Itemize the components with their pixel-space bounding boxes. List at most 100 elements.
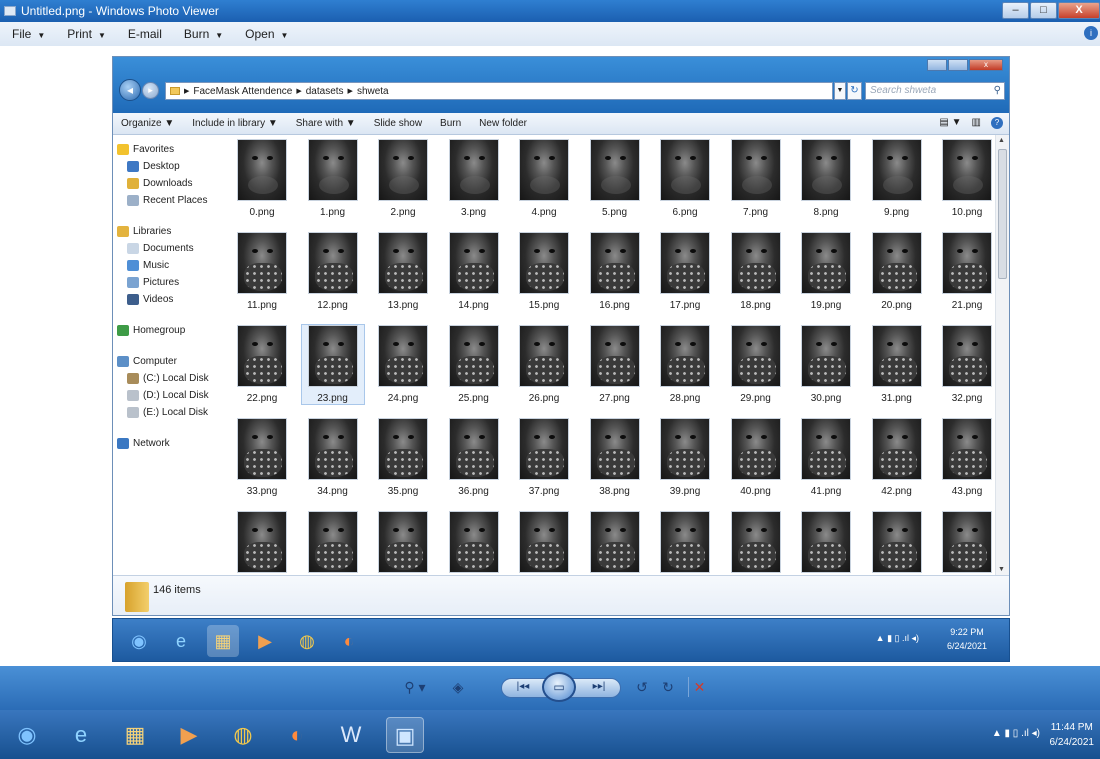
file-thumbnail[interactable]: 20.png xyxy=(866,232,928,311)
firefox-icon[interactable]: ◐ xyxy=(278,717,316,753)
file-thumbnail[interactable]: 25.png xyxy=(443,325,505,404)
nav-item-computer[interactable]: Computer xyxy=(113,353,225,370)
explorer-close-button[interactable]: x xyxy=(969,59,1003,71)
address-dropdown-button[interactable]: ▼ xyxy=(834,82,846,100)
file-thumbnail[interactable]: 42.png xyxy=(866,418,928,497)
file-thumbnail[interactable]: 31.png xyxy=(866,325,928,404)
file-thumbnail[interactable]: 44.png xyxy=(231,511,293,575)
file-thumbnail[interactable]: 13.png xyxy=(372,232,434,311)
file-thumbnail[interactable]: 23.png xyxy=(300,324,365,405)
file-thumbnail[interactable]: 38.png xyxy=(584,418,646,497)
file-thumbnail[interactable]: 50.png xyxy=(654,511,716,575)
file-thumbnail[interactable]: 36.png xyxy=(443,418,505,497)
forward-button[interactable]: ▸ xyxy=(142,82,159,99)
file-thumbnail[interactable]: 21.png xyxy=(936,232,995,311)
file-thumbnail[interactable]: 6.png xyxy=(654,139,716,218)
photo-viewer-icon[interactable]: ▣ xyxy=(386,717,424,753)
file-thumbnail[interactable]: 7.png xyxy=(725,139,787,218)
explorer-minimize-button[interactable] xyxy=(927,59,947,71)
nav-item-e-local-disk[interactable]: (E:) Local Disk xyxy=(113,404,225,421)
file-thumbnail[interactable]: 14.png xyxy=(443,232,505,311)
start-orb-icon[interactable]: ◉ xyxy=(8,717,46,753)
clock[interactable]: 11:44 PM 6/24/2021 xyxy=(1050,720,1095,750)
help-icon[interactable]: i xyxy=(1084,26,1098,40)
file-thumbnail[interactable]: 16.png xyxy=(584,232,646,311)
nav-item-music[interactable]: Music xyxy=(113,257,225,274)
file-thumbnail[interactable]: 3.png xyxy=(443,139,505,218)
toolbar-button[interactable]: Include in library ▼ xyxy=(192,118,278,129)
start-orb-icon[interactable]: ◉ xyxy=(123,625,155,657)
file-thumbnail[interactable]: 2.png xyxy=(372,139,434,218)
file-thumbnail[interactable]: 29.png xyxy=(725,325,787,404)
explorer-help-icon[interactable]: ? xyxy=(991,117,1003,129)
search-input[interactable]: Search shweta ⚲ xyxy=(865,82,1005,100)
toolbar-button[interactable]: Share with ▼ xyxy=(296,118,356,129)
file-thumbnail[interactable]: 0.png xyxy=(231,139,293,218)
vertical-scrollbar[interactable]: ▲ ▼ xyxy=(995,135,1009,575)
close-button[interactable]: X xyxy=(1058,2,1100,19)
file-thumbnail[interactable]: 47.png xyxy=(443,511,505,575)
internet-explorer-icon[interactable]: e xyxy=(165,625,197,657)
explorer-maximize-button[interactable] xyxy=(948,59,968,71)
media-player-icon[interactable]: ▶ xyxy=(170,717,208,753)
file-thumbnail[interactable]: 4.png xyxy=(513,139,575,218)
file-thumbnail[interactable]: 35.png xyxy=(372,418,434,497)
menu-email[interactable]: E-mail xyxy=(128,27,162,41)
firefox-icon[interactable]: ◐ xyxy=(333,625,365,657)
media-player-icon[interactable]: ▶ xyxy=(249,625,281,657)
file-thumbnail[interactable]: 41.png xyxy=(795,418,857,497)
back-button[interactable]: ◂ xyxy=(119,79,141,101)
file-thumbnail[interactable]: 33.png xyxy=(231,418,293,497)
nav-item-favorites[interactable]: Favorites xyxy=(113,141,225,158)
preview-pane-button[interactable]: ▥ xyxy=(972,117,981,129)
nav-item-videos[interactable]: Videos xyxy=(113,291,225,308)
file-thumbnail[interactable]: 51.png xyxy=(725,511,787,575)
file-thumbnail[interactable]: 53.png xyxy=(866,511,928,575)
file-thumbnail[interactable]: 17.png xyxy=(654,232,716,311)
file-thumbnail[interactable]: 5.png xyxy=(584,139,646,218)
zoom-button[interactable]: ⚲ ▾ xyxy=(398,677,432,697)
chrome-icon[interactable]: ◍ xyxy=(224,717,262,753)
nav-item-homegroup[interactable]: Homegroup xyxy=(113,322,225,339)
toolbar-button[interactable]: Slide show xyxy=(374,118,422,129)
file-thumbnail[interactable]: 30.png xyxy=(795,325,857,404)
file-thumbnail[interactable]: 40.png xyxy=(725,418,787,497)
nav-item-libraries[interactable]: Libraries xyxy=(113,223,225,240)
scroll-down-arrow[interactable]: ▼ xyxy=(998,566,1005,573)
file-thumbnail[interactable]: 26.png xyxy=(513,325,575,404)
file-thumbnail[interactable]: 34.png xyxy=(302,418,364,497)
file-thumbnail[interactable]: 32.png xyxy=(936,325,995,404)
file-thumbnail[interactable]: 8.png xyxy=(795,139,857,218)
breadcrumb-item[interactable]: shweta xyxy=(357,86,389,97)
nav-item-recent-places[interactable]: Recent Places xyxy=(113,192,225,209)
menu-print[interactable]: Print ▼ xyxy=(67,27,106,41)
file-thumbnail[interactable]: 15.png xyxy=(513,232,575,311)
address-bar[interactable]: ▶ FaceMask Attendence ▶ datasets ▶ shwet… xyxy=(165,82,833,100)
title-bar[interactable]: Untitled.png - Windows Photo Viewer – □ … xyxy=(0,0,1100,22)
toolbar-button[interactable]: Burn xyxy=(440,118,461,129)
menu-open[interactable]: Open ▼ xyxy=(245,27,288,41)
view-options-button[interactable]: ▤ ▼ xyxy=(939,117,961,129)
nav-item-documents[interactable]: Documents xyxy=(113,240,225,257)
file-thumbnail[interactable]: 45.png xyxy=(302,511,364,575)
nav-item-network[interactable]: Network xyxy=(113,435,225,452)
maximize-button[interactable]: □ xyxy=(1030,2,1057,19)
file-explorer-icon[interactable]: ▦ xyxy=(116,717,154,753)
file-thumbnail[interactable]: 27.png xyxy=(584,325,646,404)
menu-burn[interactable]: Burn ▼ xyxy=(184,27,223,41)
rotate-counterclockwise-button[interactable]: ↺ xyxy=(632,677,652,697)
file-thumbnail[interactable]: 28.png xyxy=(654,325,716,404)
file-thumbnail[interactable]: 1.png xyxy=(302,139,364,218)
file-thumbnail[interactable]: 10.png xyxy=(936,139,995,218)
toolbar-button[interactable]: New folder xyxy=(479,118,527,129)
file-thumbnail[interactable]: 19.png xyxy=(795,232,857,311)
rotate-clockwise-button[interactable]: ↻ xyxy=(658,677,678,697)
nav-item-d-local-disk[interactable]: (D:) Local Disk xyxy=(113,387,225,404)
file-thumbnail[interactable]: 49.png xyxy=(584,511,646,575)
scroll-up-arrow[interactable]: ▲ xyxy=(998,137,1005,144)
minimize-button[interactable]: – xyxy=(1002,2,1029,19)
file-thumbnail[interactable]: 54.png xyxy=(936,511,995,575)
slideshow-button[interactable]: ▭ xyxy=(542,672,576,702)
internet-explorer-icon[interactable]: e xyxy=(62,717,100,753)
word-icon[interactable]: W xyxy=(332,717,370,753)
